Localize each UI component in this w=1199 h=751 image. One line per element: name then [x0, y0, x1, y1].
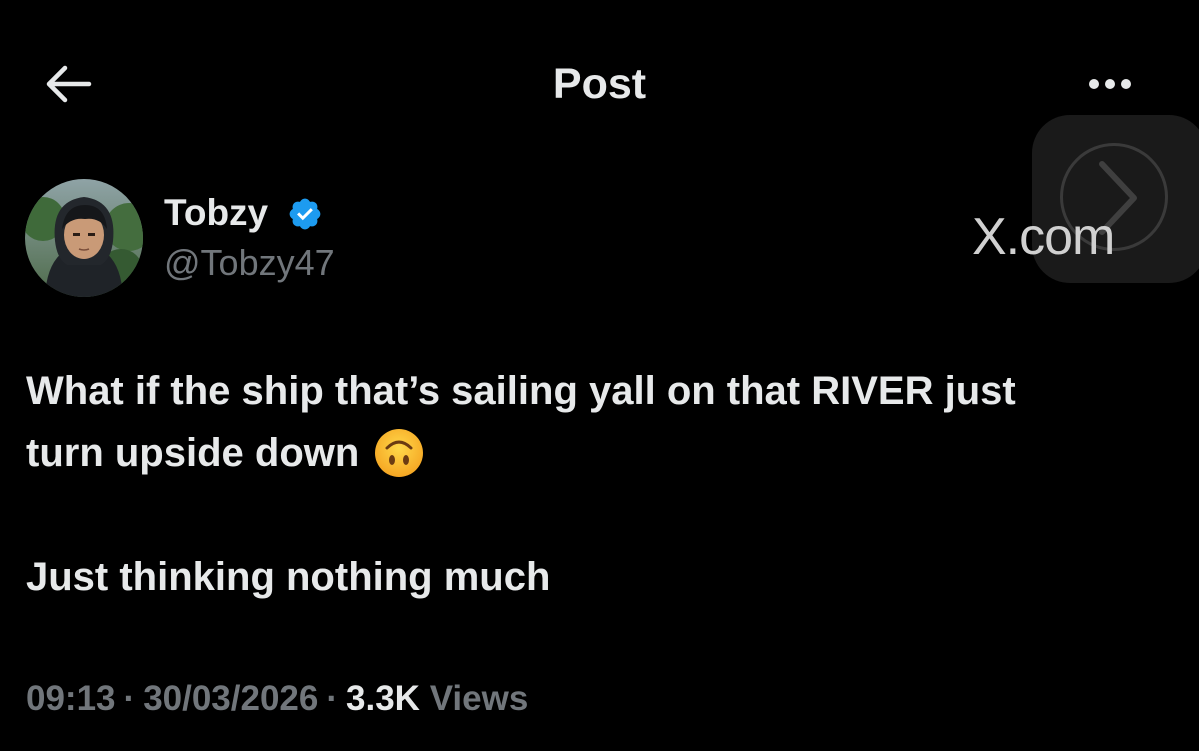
arrow-left-icon [46, 65, 92, 103]
more-options-button[interactable] [1078, 62, 1142, 106]
post-text-line: turn upside down [26, 431, 360, 475]
back-button[interactable] [38, 58, 98, 110]
more-dot [1121, 79, 1131, 89]
more-dot [1105, 79, 1115, 89]
author-display-name[interactable]: Tobzy [164, 190, 268, 236]
avatar-image [25, 179, 143, 297]
post-text-line: Just thinking nothing much [26, 555, 551, 599]
post-text-line: What if the ship that’s sailing yall on … [26, 369, 1016, 413]
meta-separator: · [326, 679, 339, 718]
watermark-text: X.com [972, 208, 1115, 266]
views-count[interactable]: 3.3K [346, 679, 420, 718]
avatar[interactable] [25, 179, 143, 297]
more-horizontal-icon [1089, 79, 1099, 89]
post-date[interactable]: 30/03/2026 [143, 679, 318, 718]
views-label: Views [429, 679, 529, 718]
post-time[interactable]: 09:13 [26, 679, 116, 718]
meta-separator: · [123, 679, 136, 718]
post-text: What if the ship that’s sailing yall on … [26, 360, 1176, 608]
post-meta: 09:13 · 30/03/2026 · 3.3K Views [26, 676, 528, 722]
post-text-line-with-emoji: turn upside down [26, 422, 1176, 484]
verified-badge-icon [289, 198, 321, 230]
upside-down-face-emoji-icon [375, 429, 424, 477]
post-header: Post [0, 0, 1199, 170]
author-handle[interactable]: @Tobzy47 [164, 240, 335, 286]
page-title: Post [552, 60, 647, 108]
